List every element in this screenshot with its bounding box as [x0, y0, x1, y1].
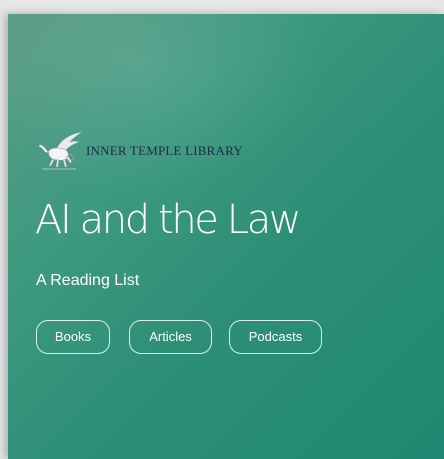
books-button[interactable]: Books: [36, 320, 110, 354]
page-title: AI and the Law: [35, 197, 302, 243]
brand-name: INNER TEMPLE LIBRARY: [86, 143, 243, 158]
pegasus-icon: [38, 131, 83, 170]
brand-logo[interactable]: INNER TEMPLE LIBRARY: [36, 130, 243, 172]
page-frame: INNER TEMPLE LIBRARY AI and the Law A Re…: [0, 0, 444, 459]
hero-card: INNER TEMPLE LIBRARY AI and the Law A Re…: [8, 14, 444, 459]
articles-button[interactable]: Articles: [129, 320, 212, 354]
podcasts-button[interactable]: Podcasts: [229, 320, 322, 354]
page-subtitle: A Reading List: [36, 272, 140, 289]
